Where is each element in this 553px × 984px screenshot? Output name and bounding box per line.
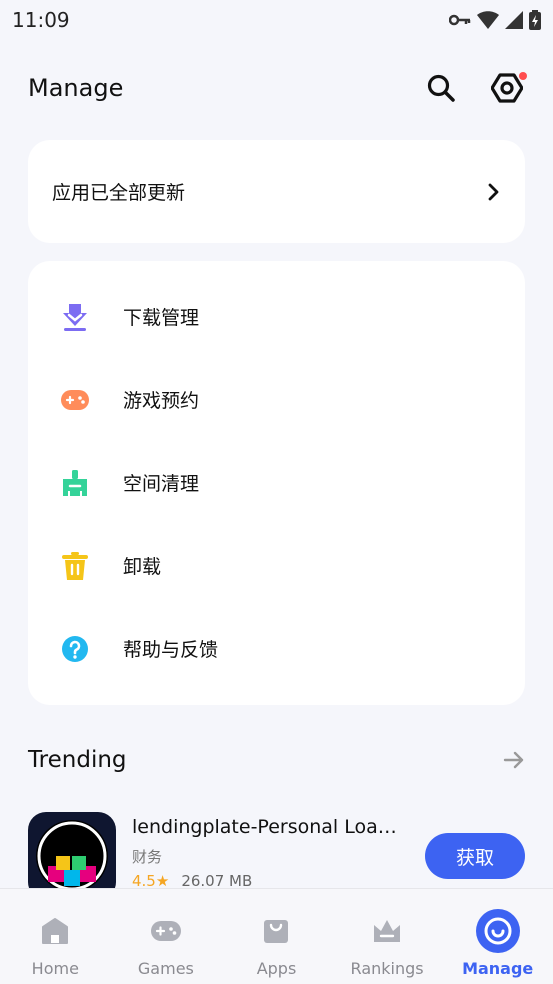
menu-item-label: 帮助与反馈 (123, 639, 219, 661)
menu-item-game-reservation[interactable]: 游戏预约 (28, 358, 525, 441)
status-time: 11:09 (12, 8, 70, 32)
menu-item-label: 下载管理 (123, 307, 200, 329)
nav-item-home[interactable]: Home (0, 889, 111, 984)
notification-dot (519, 72, 527, 80)
help-icon (60, 634, 90, 664)
gamepad-icon (60, 385, 90, 415)
menu-item-help-feedback[interactable]: 帮助与反馈 (28, 607, 525, 690)
vpn-key-icon (449, 14, 471, 26)
settings-button[interactable] (489, 70, 527, 106)
app-rating: 4.5★ (132, 872, 170, 888)
arrow-right-icon[interactable] (503, 751, 525, 769)
menu-item-label: 空间清理 (123, 473, 200, 495)
app-meta: 4.5★ 26.07 MB (132, 872, 252, 888)
nav-label: Apps (256, 959, 297, 978)
header: Manage (0, 64, 553, 112)
broom-icon (60, 468, 90, 498)
gamepad-icon (144, 909, 188, 953)
nav-label: Games (137, 959, 194, 978)
app-size: 26.07 MB (181, 872, 253, 888)
app-icon (28, 812, 116, 888)
menu-item-download-manager[interactable]: 下载管理 (28, 275, 525, 358)
menu-item-label: 卸载 (123, 556, 162, 578)
menu-item-uninstall[interactable]: 卸载 (28, 524, 525, 607)
trending-section-header: Trending (28, 740, 525, 780)
nav-label: Home (31, 959, 79, 978)
battery-icon (529, 10, 541, 30)
nav-item-manage[interactable]: Manage (442, 889, 553, 984)
download-icon (60, 302, 90, 332)
status-bar: 11:09 (0, 0, 553, 40)
nav-item-rankings[interactable]: Rankings (332, 889, 443, 984)
header-actions (423, 70, 527, 106)
chevron-right-icon (488, 183, 499, 200)
page-title: Manage (28, 74, 124, 102)
shopping-bag-icon (254, 909, 298, 953)
trending-title: Trending (28, 747, 127, 773)
home-icon (33, 909, 77, 953)
nav-label: Rankings (350, 959, 424, 978)
manage-icon (475, 909, 520, 953)
nav-label: Manage (462, 959, 534, 978)
bottom-nav: Home Games Apps Rankings Manage (0, 888, 553, 984)
crown-icon (365, 909, 409, 953)
app-name: lendingplate-Personal Loa… (132, 816, 397, 838)
update-status-card[interactable]: 应用已全部更新 (28, 140, 525, 243)
manage-menu: 下载管理 游戏预约 空间清理 卸载 帮助与反馈 (28, 261, 525, 705)
nav-item-apps[interactable]: Apps (221, 889, 332, 984)
trash-icon (60, 551, 90, 581)
signal-icon (505, 11, 523, 29)
nav-item-games[interactable]: Games (111, 889, 222, 984)
status-icons (449, 10, 541, 30)
trending-app-row[interactable]: lendingplate-Personal Loa… 财务 4.5★ 26.07… (28, 812, 525, 888)
search-icon (427, 74, 455, 102)
menu-item-label: 游戏预约 (123, 390, 200, 412)
wifi-icon (477, 11, 499, 29)
search-button[interactable] (423, 70, 459, 106)
app-category: 财务 (132, 848, 163, 866)
update-status-text: 应用已全部更新 (52, 182, 186, 204)
get-app-button[interactable]: 获取 (425, 833, 525, 879)
menu-item-space-cleanup[interactable]: 空间清理 (28, 441, 525, 524)
